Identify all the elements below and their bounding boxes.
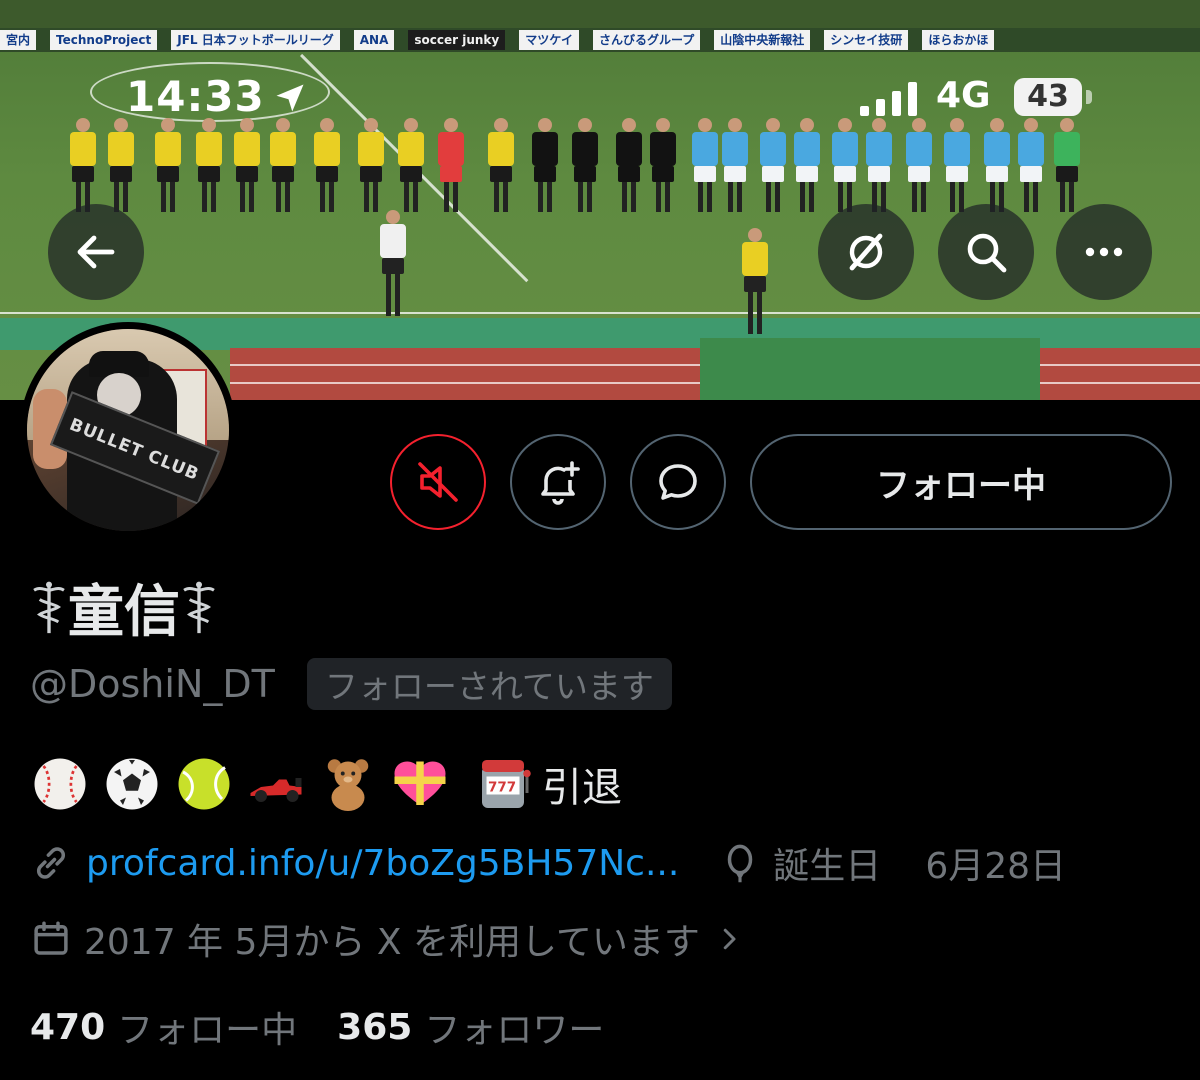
tennis-ball-emoji bbox=[178, 758, 230, 810]
network-type: 4G bbox=[936, 75, 991, 116]
back-arrow-icon bbox=[77, 235, 115, 269]
ios-status-bar: 14:33 4G 43 bbox=[0, 72, 1200, 124]
bio: 777 引退 bbox=[30, 752, 622, 816]
player-figure bbox=[1018, 118, 1044, 214]
more-options-button[interactable] bbox=[1056, 204, 1152, 300]
following-button[interactable]: フォロー中 bbox=[750, 434, 1172, 530]
joined-date: 2017 年 5月から X を利用しています bbox=[84, 922, 700, 963]
joined-date-row[interactable]: 2017 年 5月から X を利用しています bbox=[30, 912, 744, 966]
following-count[interactable]: 470 bbox=[30, 1007, 105, 1048]
player-figure bbox=[70, 118, 96, 214]
player-figure bbox=[155, 118, 181, 214]
grok-icon bbox=[849, 233, 883, 271]
notifications-button[interactable] bbox=[510, 434, 606, 530]
display-name-row: 童信 bbox=[30, 576, 218, 645]
player-figure bbox=[760, 118, 786, 214]
search-button[interactable] bbox=[938, 204, 1034, 300]
follow-stats: 470 フォロー中 365 フォロワー bbox=[30, 1002, 604, 1052]
player-figure bbox=[196, 118, 222, 214]
official-figure bbox=[380, 210, 406, 320]
advertising-boards: 宮内 TechnoProject JFL 日本フットボールリーグ ANA soc… bbox=[0, 28, 1200, 52]
message-button[interactable] bbox=[630, 434, 726, 530]
profile-avatar[interactable]: BULLET CLUB bbox=[20, 322, 236, 538]
location-arrow-icon bbox=[276, 84, 304, 112]
teddy-bear-emoji bbox=[327, 759, 369, 811]
link-icon bbox=[37, 847, 65, 879]
official-figure bbox=[742, 228, 768, 338]
player-figure bbox=[358, 118, 384, 214]
touch-line bbox=[0, 312, 1200, 314]
status-time: 14:33 bbox=[126, 72, 265, 121]
caduceus-icon bbox=[183, 581, 215, 634]
search-icon bbox=[967, 233, 1007, 273]
ad-board: マツケイ bbox=[519, 30, 579, 50]
display-name: 童信 bbox=[68, 579, 180, 645]
more-horizontal-icon bbox=[1085, 247, 1123, 257]
birthday-value: 6月28日 bbox=[925, 846, 1067, 887]
ad-board: JFL 日本フットボールリーグ bbox=[171, 30, 340, 50]
calendar-icon bbox=[34, 921, 68, 955]
battery-icon: 43 bbox=[1014, 78, 1082, 116]
profile-meta-row: profcard.info/u/7boZg5BH57Nc... 誕生日 6月28… bbox=[30, 836, 1066, 890]
unmute-button[interactable] bbox=[390, 434, 486, 530]
turf-mat bbox=[700, 338, 1040, 400]
following-label[interactable]: フォロー中 bbox=[117, 1001, 297, 1053]
race-car-emoji bbox=[250, 778, 302, 802]
player-figure bbox=[1054, 118, 1080, 214]
player-figure bbox=[832, 118, 858, 214]
followers-label[interactable]: フォロワー bbox=[424, 1001, 604, 1053]
soccer-ball-emoji bbox=[106, 758, 158, 810]
bell-plus-icon bbox=[541, 461, 580, 505]
player-figure bbox=[234, 118, 260, 214]
cellular-signal-icon bbox=[860, 82, 917, 116]
ad-board: ほらおかほ bbox=[922, 30, 995, 50]
followers-count[interactable]: 365 bbox=[337, 1007, 412, 1048]
svg-text:777: 777 bbox=[488, 780, 516, 796]
ad-board: TechnoProject bbox=[50, 30, 158, 50]
ad-board: さんびるグループ bbox=[593, 30, 701, 50]
chat-bubble-icon bbox=[659, 464, 697, 500]
player-figure bbox=[270, 118, 296, 214]
stadium-stands bbox=[0, 0, 1200, 28]
player-figure bbox=[438, 118, 464, 214]
player-figure bbox=[488, 118, 514, 214]
back-button[interactable] bbox=[48, 204, 144, 300]
player-figure bbox=[572, 118, 598, 214]
birthday-label: 誕生日 bbox=[773, 846, 882, 887]
handle-row: @DoshiN_DT フォローされています bbox=[30, 658, 672, 710]
player-figure bbox=[794, 118, 820, 214]
player-figure bbox=[532, 118, 558, 214]
muted-speaker-icon bbox=[418, 462, 458, 502]
player-figure bbox=[984, 118, 1010, 214]
ad-board: ANA bbox=[353, 30, 395, 50]
player-figure bbox=[616, 118, 642, 214]
player-figure bbox=[906, 118, 932, 214]
heart-with-ribbon-emoji bbox=[394, 761, 446, 805]
avatar-photo: BULLET CLUB bbox=[27, 329, 229, 531]
player-figure bbox=[866, 118, 892, 214]
ad-board: シンセイ技研 bbox=[824, 30, 909, 50]
bio-text: 引退 bbox=[542, 765, 622, 811]
ad-board: soccer junky bbox=[408, 30, 506, 50]
battery-tip bbox=[1086, 90, 1092, 104]
slot-machine-emoji: 777 bbox=[482, 760, 531, 808]
player-figure bbox=[650, 118, 676, 214]
user-handle: @DoshiN_DT bbox=[30, 662, 275, 706]
player-figure bbox=[944, 118, 970, 214]
caduceus-icon bbox=[33, 581, 65, 634]
baseball-emoji bbox=[34, 758, 86, 810]
profile-link[interactable]: profcard.info/u/7boZg5BH57Nc... bbox=[86, 843, 679, 884]
player-figure bbox=[398, 118, 424, 214]
player-figure bbox=[108, 118, 134, 214]
player-figure bbox=[692, 118, 718, 214]
ad-board: 宮内 bbox=[0, 30, 37, 50]
follows-you-badge: フォローされています bbox=[306, 658, 672, 710]
ad-board: 山陰中央新報社 bbox=[714, 30, 811, 50]
player-figure bbox=[314, 118, 340, 214]
chevron-right-icon bbox=[723, 928, 736, 950]
balloon-icon bbox=[728, 844, 753, 883]
player-figure bbox=[722, 118, 748, 214]
grok-button[interactable] bbox=[818, 204, 914, 300]
